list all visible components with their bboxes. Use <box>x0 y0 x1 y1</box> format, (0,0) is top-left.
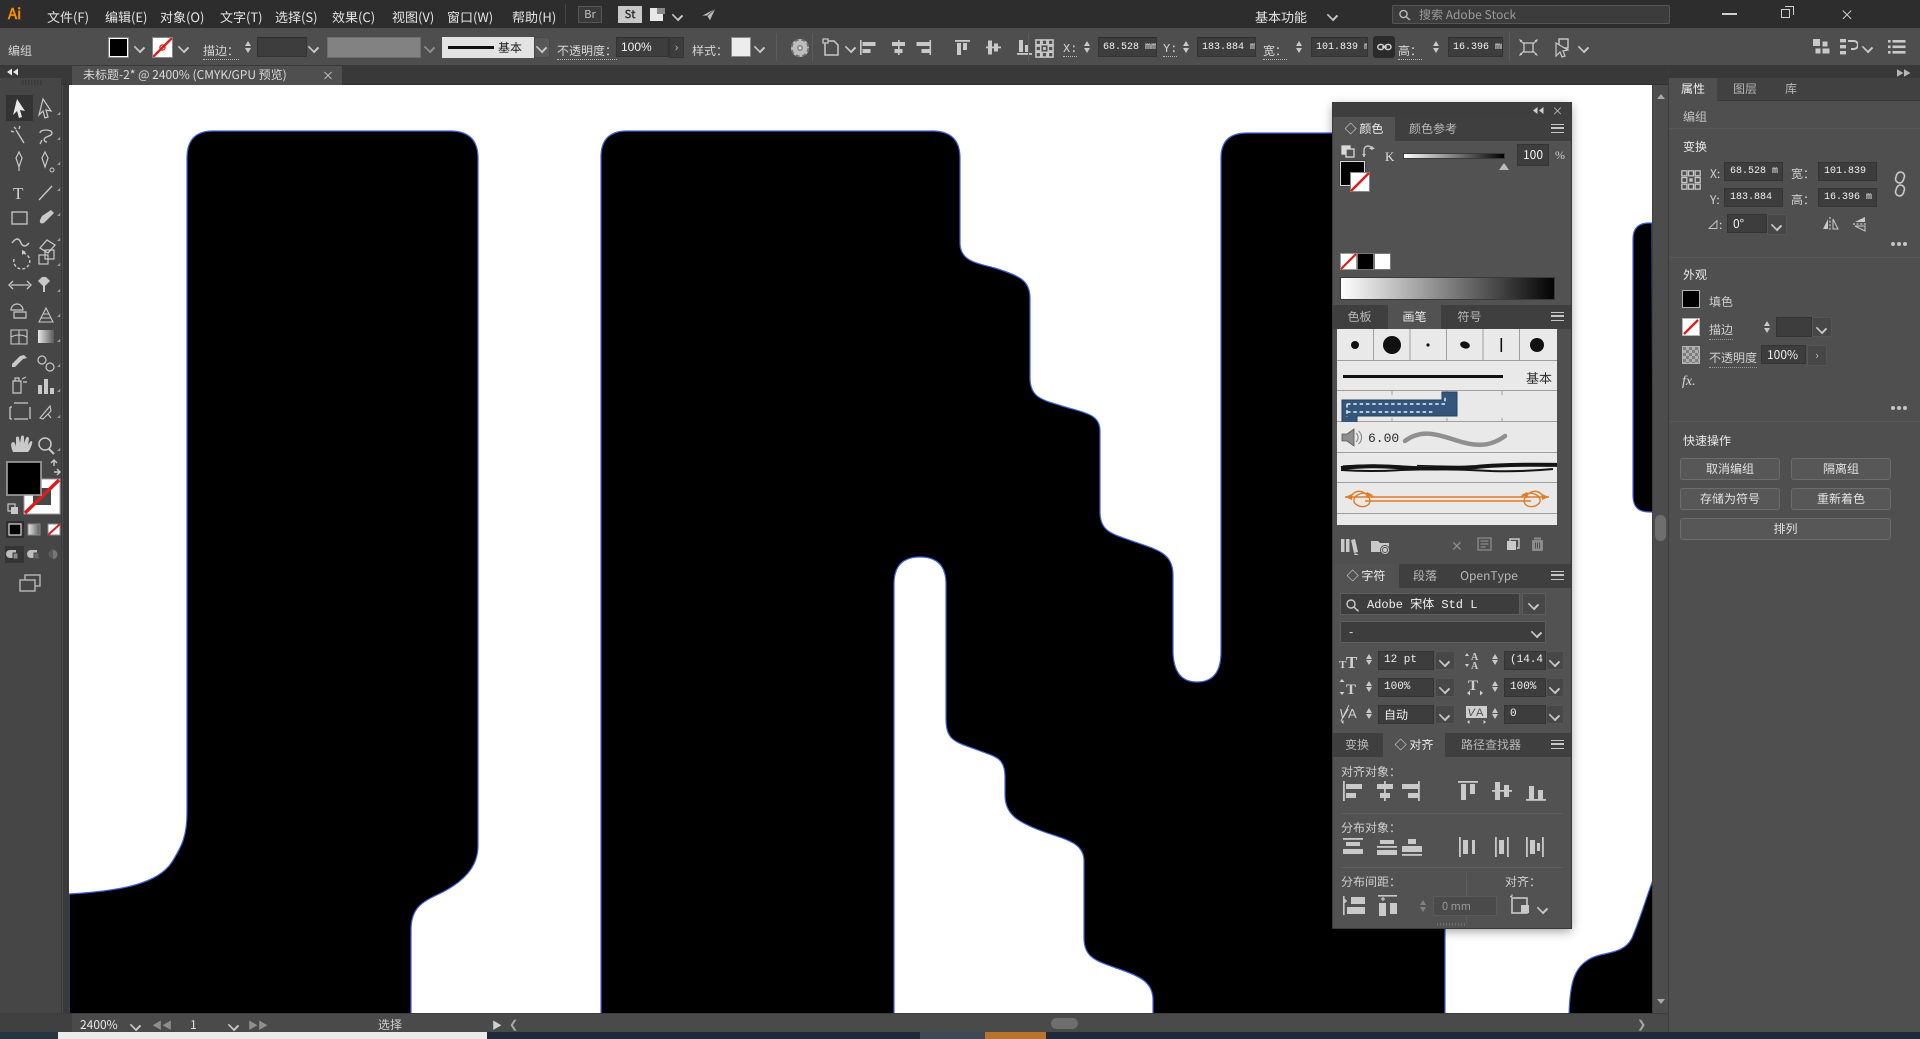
svg-text:T: T <box>1346 653 1358 670</box>
svg-text:T: T <box>1346 682 1356 697</box>
svg-text:A: A <box>1471 661 1479 670</box>
svg-text:A: A <box>1476 707 1484 719</box>
svg-text:A: A <box>1348 706 1357 721</box>
svg-text:T: T <box>13 184 24 203</box>
svg-text:6.00: 6.00 <box>1368 431 1399 446</box>
